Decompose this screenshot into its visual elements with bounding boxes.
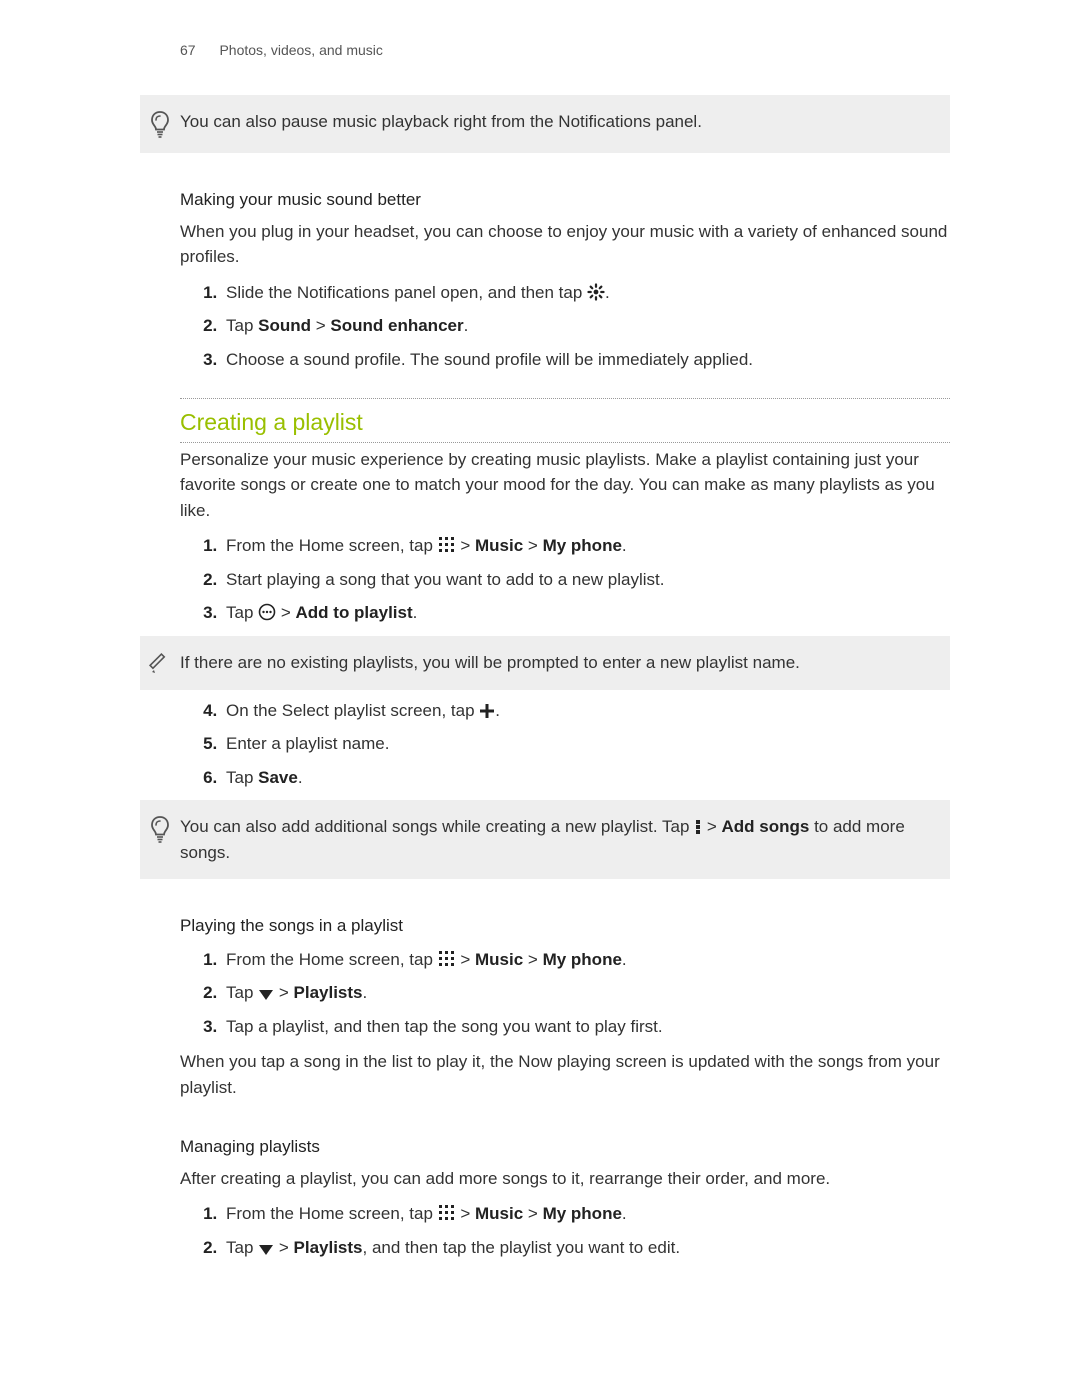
list-item: Tap > Playlists, and then tap the playli…	[222, 1235, 950, 1261]
apps-grid-icon	[438, 1204, 456, 1222]
list-item: Tap > Add to playlist.	[222, 600, 950, 626]
settings-gear-icon	[587, 283, 605, 301]
list-item: From the Home screen, tap > Music > My p…	[222, 947, 950, 973]
lightbulb-icon	[140, 109, 180, 139]
subheading-play: Playing the songs in a playlist	[180, 913, 950, 939]
list-item: From the Home screen, tap > Music > My p…	[222, 533, 950, 559]
note-text: If there are no existing playlists, you …	[180, 650, 936, 676]
apps-grid-icon	[438, 536, 456, 554]
tip-callout: You can also pause music playback right …	[140, 95, 950, 153]
playlist-steps-a: From the Home screen, tap > Music > My p…	[180, 533, 950, 626]
sound-intro: When you plug in your headset, you can c…	[180, 219, 950, 270]
page-number: 67	[180, 42, 196, 58]
apps-grid-icon	[438, 950, 456, 968]
tip-callout: You can also add additional songs while …	[140, 800, 950, 879]
page-header: 67 Photos, videos, and music	[180, 40, 950, 61]
section-title-playlist: Creating a playlist	[180, 398, 950, 443]
subheading-manage: Managing playlists	[180, 1134, 950, 1160]
list-item: On the Select playlist screen, tap .	[222, 698, 950, 724]
dropdown-triangle-icon	[258, 1244, 274, 1256]
play-outro: When you tap a song in the list to play …	[180, 1049, 950, 1100]
manage-steps: From the Home screen, tap > Music > My p…	[180, 1201, 950, 1260]
manual-page: 67 Photos, videos, and music You can als…	[0, 0, 1080, 1397]
manage-intro: After creating a playlist, you can add m…	[180, 1166, 950, 1192]
tip-text: You can also add additional songs while …	[180, 814, 936, 865]
list-item: Tap Sound > Sound enhancer.	[222, 313, 950, 339]
playlist-steps-b: On the Select playlist screen, tap . Ent…	[180, 698, 950, 791]
list-item: Tap a playlist, and then tap the song yo…	[222, 1014, 950, 1040]
dropdown-triangle-icon	[258, 989, 274, 1001]
plus-icon	[479, 703, 495, 719]
more-circle-icon	[258, 603, 276, 621]
list-item: Tap > Playlists.	[222, 980, 950, 1006]
lightbulb-icon	[140, 814, 180, 844]
breadcrumb: Photos, videos, and music	[219, 42, 382, 58]
tip-text: You can also pause music playback right …	[180, 109, 936, 135]
list-item: Start playing a song that you want to ad…	[222, 567, 950, 593]
list-item: Choose a sound profile. The sound profil…	[222, 347, 950, 373]
play-steps: From the Home screen, tap > Music > My p…	[180, 947, 950, 1040]
list-item: Slide the Notifications panel open, and …	[222, 280, 950, 306]
sound-steps: Slide the Notifications panel open, and …	[180, 280, 950, 373]
pencil-icon	[140, 650, 180, 676]
playlist-intro: Personalize your music experience by cre…	[180, 447, 950, 524]
overflow-menu-icon	[694, 819, 702, 835]
list-item: From the Home screen, tap > Music > My p…	[222, 1201, 950, 1227]
note-callout: If there are no existing playlists, you …	[140, 636, 950, 690]
subheading-sound: Making your music sound better	[180, 187, 950, 213]
list-item: Enter a playlist name.	[222, 731, 950, 757]
list-item: Tap Save.	[222, 765, 950, 791]
